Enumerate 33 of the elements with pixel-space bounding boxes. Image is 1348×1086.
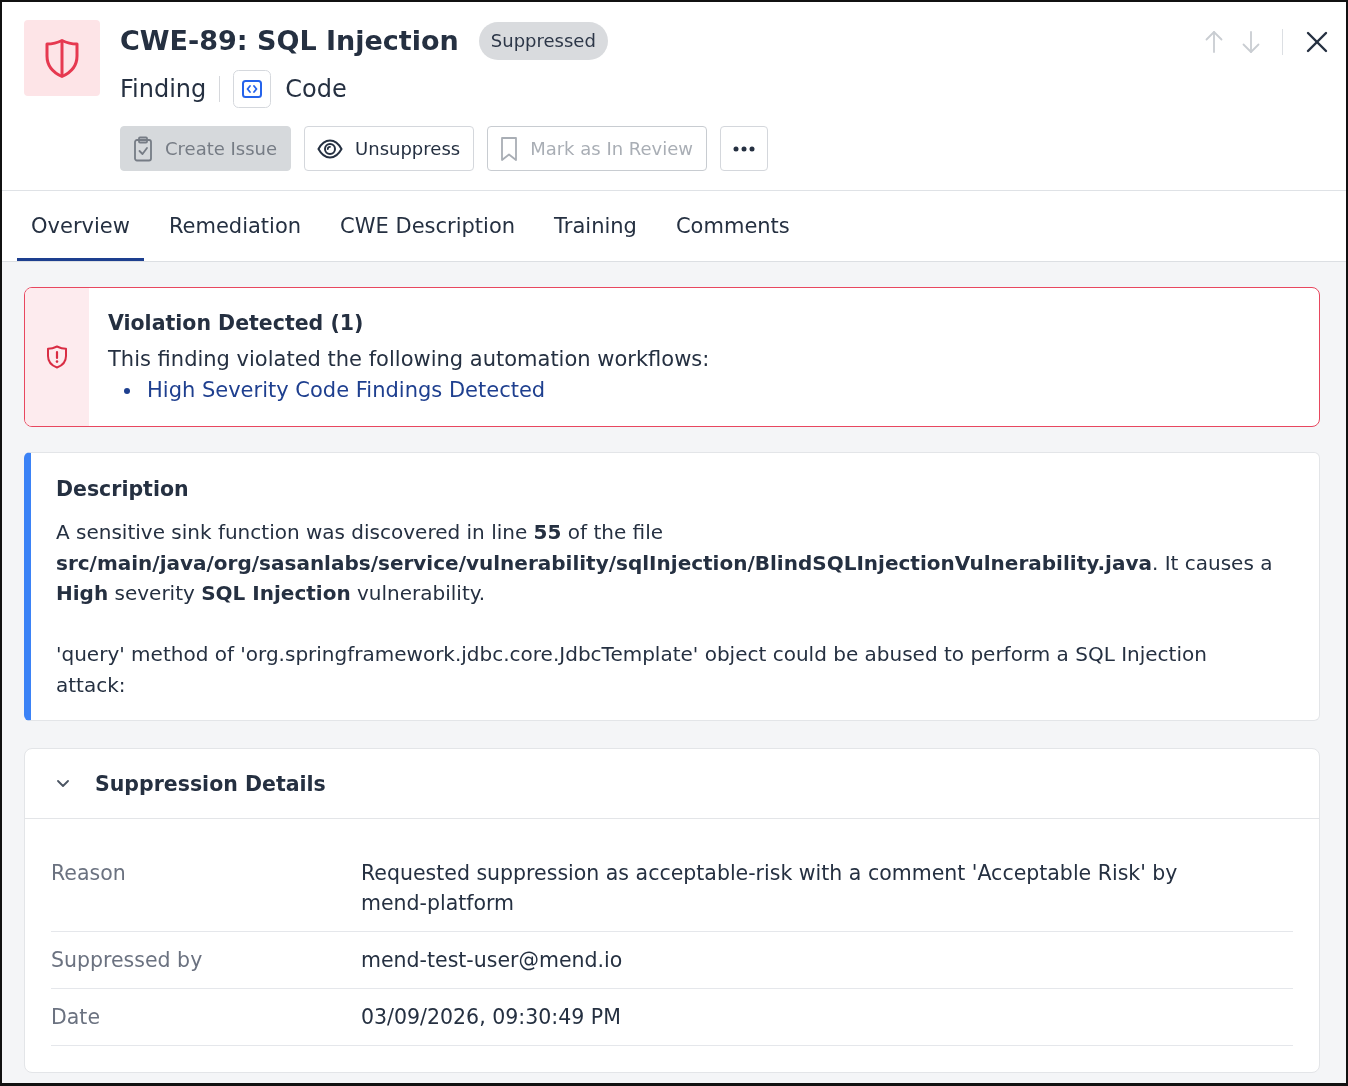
clipboard-check-icon: [133, 135, 153, 162]
tab[interactable]: Training: [540, 191, 651, 261]
finding-title: CWE-89: SQL Injection: [120, 24, 459, 58]
bullet-icon: [124, 387, 130, 394]
detail-value: 03/09/2026, 09:30:49 PM: [361, 1004, 622, 1031]
shield-alert-icon: [46, 345, 68, 369]
detail-label: Date: [51, 1004, 101, 1031]
more-button[interactable]: [720, 126, 769, 171]
detail-label: Reason: [51, 860, 127, 887]
suppression-title: Suppression Details: [95, 770, 326, 798]
detail-value: mend-test-user@mend.io: [361, 947, 624, 974]
tab[interactable]: CWE Description: [326, 191, 530, 261]
shield-icon: [24, 20, 100, 96]
finding-type-label: Finding: [120, 74, 207, 105]
eye-icon: [317, 138, 344, 159]
chevron-down-icon[interactable]: [57, 779, 69, 788]
detail-label: Suppressed by: [51, 947, 204, 974]
code-icon: [233, 70, 272, 108]
description-paragraph: A sensitive sink function was discovered in line 55 of the file src/main/java/org/sasanlabs/service/vulnerability/sqlInjection/BlindSQLInjectionVulnerability.java. It causes a High severity SQL Injection vulnerability.: [56, 519, 1274, 607]
tab[interactable]: Remediation: [154, 191, 316, 261]
description-title: Description: [56, 476, 190, 503]
description-paragraph: 'query' method of 'org.springframework.jdbc.core.JdbcTemplate' object could be abused to perform a SQL Injection attack:: [56, 641, 1208, 699]
more-icon: [733, 145, 756, 152]
workflow-link[interactable]: High Severity Code Findings Detected: [147, 375, 546, 406]
close-icon[interactable]: [1306, 31, 1328, 53]
status-badge: Suppressed: [478, 22, 608, 60]
bookmark-icon: [500, 135, 519, 162]
tab[interactable]: Comments: [661, 191, 804, 261]
detail-value: Requested suppression as acceptable-risk with a comment 'Acceptable Risk' by mend-platform: [361, 860, 1179, 917]
category-label: Code: [285, 74, 347, 105]
violation-title: Violation Detected (1): [108, 310, 365, 337]
unsuppress-button[interactable]: Unsuppress: [304, 126, 475, 171]
violation-message: This finding violated the following automation workflows:: [108, 346, 710, 373]
